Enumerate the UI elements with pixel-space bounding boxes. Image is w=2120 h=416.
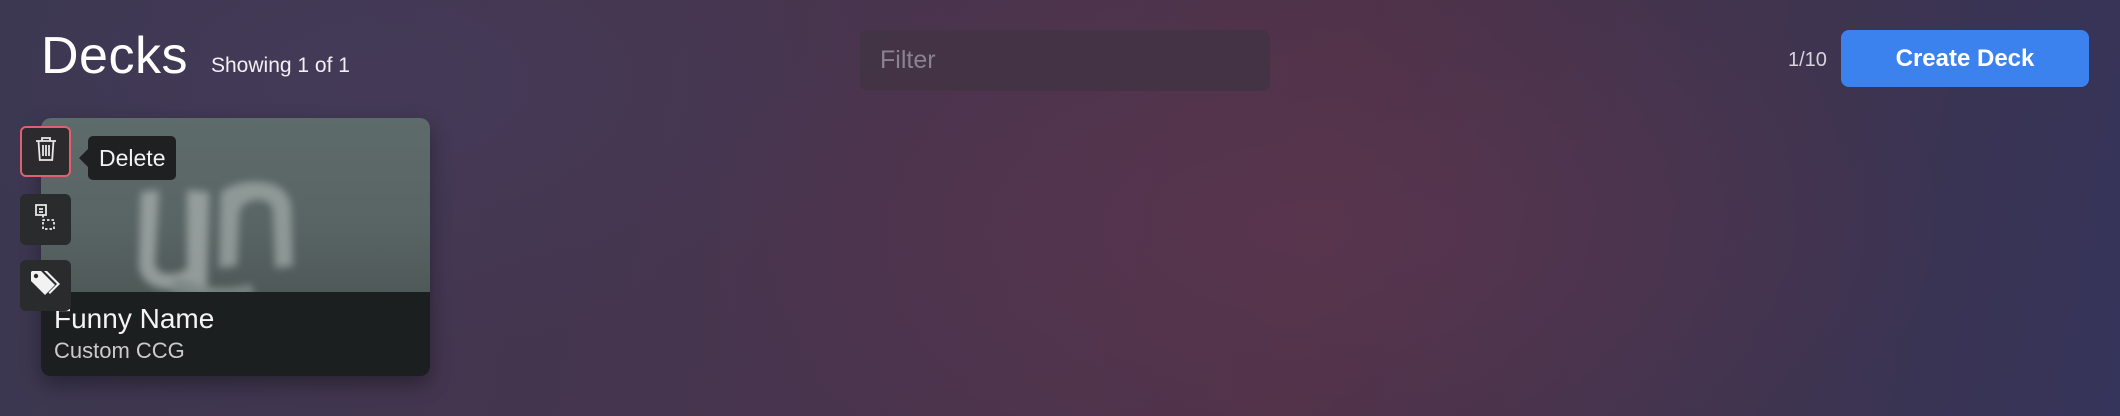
deck-info: Funny Name Custom CCG	[41, 292, 430, 376]
filter-input[interactable]	[860, 30, 1270, 91]
delete-button[interactable]	[20, 126, 71, 177]
create-deck-button[interactable]: Create Deck	[1841, 30, 2089, 87]
page-title: Decks	[41, 27, 188, 85]
tags-button[interactable]	[20, 260, 71, 311]
page-count: 1/10	[1788, 49, 1827, 71]
delete-tooltip: Delete	[78, 136, 177, 180]
deck-name: Funny Name	[54, 303, 215, 334]
duplicate-icon	[34, 203, 58, 236]
duplicate-button[interactable]	[20, 194, 71, 245]
header: Decks Showing 1 of 1 1/10 Create Deck	[0, 0, 2120, 110]
tags-icon	[29, 269, 63, 302]
deck-type: Custom CCG	[54, 338, 185, 363]
showing-count: Showing 1 of 1	[211, 54, 350, 77]
trash-icon	[35, 136, 57, 167]
